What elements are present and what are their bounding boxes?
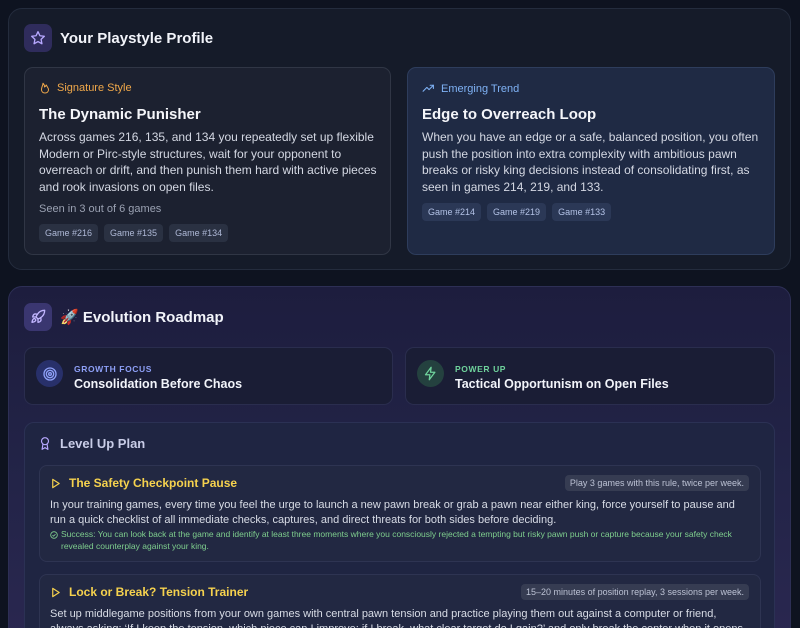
flame-icon [41,82,49,94]
level-up-plan-card: Level Up Plan The Safety Checkpoint Paus… [24,422,775,628]
profile-title: Your Playstyle Profile [60,29,214,47]
rocket-icon [24,303,52,331]
task-success-criteria: Success: You can look back at the game a… [50,529,750,552]
growth-focus-card: GROWTH FOCUS Consolidation Before Chaos [24,347,393,405]
game-chip[interactable]: Game #219 [487,203,547,221]
task-header: The Safety Checkpoint Pause [50,476,237,490]
task-frequency-badge: 15–20 minutes of position replay, 3 sess… [521,584,749,600]
signature-style-card: Signature Style The Dynamic Punisher Acr… [24,67,391,255]
power-up-title: Tactical Opportunism on Open Files [455,377,669,391]
trend-title: Edge to Overreach Loop [422,106,597,123]
game-chip[interactable]: Game #135 [104,224,164,242]
power-up-card: POWER UP Tactical Opportunism on Open Fi… [405,347,775,405]
trend-game-chips: Game #214 Game #219 Game #133 [422,203,612,221]
star-icon [24,24,52,52]
game-chip[interactable]: Game #216 [39,224,99,242]
emerging-trend-card: Emerging Trend Edge to Overreach Loop Wh… [407,67,775,255]
signature-title: The Dynamic Punisher [39,106,201,123]
trending-up-icon [422,84,434,92]
game-chip[interactable]: Game #214 [422,203,482,221]
trend-tag-label: Emerging Trend [441,82,520,95]
task-card[interactable]: The Safety Checkpoint Pause Play 3 games… [39,465,761,562]
check-circle-icon [50,531,58,539]
trend-description: When you have an edge or a safe, balance… [422,130,759,194]
task-title: Lock or Break? Tension Trainer [69,585,249,599]
profile-header: Your Playstyle Profile [24,24,213,52]
signature-tag: Signature Style [39,82,132,94]
task-description: In your training games, every time you f… [50,499,735,526]
task-card[interactable]: Lock or Break? Tension Trainer 15–20 min… [39,574,761,628]
task-title: The Safety Checkpoint Pause [69,476,238,490]
award-icon [40,437,50,450]
game-chip[interactable]: Game #134 [169,224,229,242]
seen-count: Seen in 3 out of 6 games [39,203,162,215]
evolution-roadmap-panel: 🚀 Evolution Roadmap GROWTH FOCUS Consoli… [8,286,791,628]
lightning-icon [417,360,444,387]
level-up-title: Level Up Plan [60,436,146,451]
growth-focus-label: GROWTH FOCUS [74,364,153,374]
roadmap-title: 🚀 Evolution Roadmap [60,309,224,326]
target-icon [36,360,63,387]
signature-game-chips: Game #216 Game #135 Game #134 [39,224,229,242]
task-description: Set up middlegame positions from your ow… [50,608,743,628]
playstyle-profile-panel: Your Playstyle Profile Signature Style T… [8,8,791,270]
growth-focus-title: Consolidation Before Chaos [74,377,243,391]
play-triangle-icon [52,478,60,488]
signature-tag-label: Signature Style [57,82,132,94]
game-chip[interactable]: Game #133 [552,203,612,221]
signature-description: Across games 216, 135, and 134 you repea… [39,130,377,194]
task-frequency-badge: Play 3 games with this rule, twice per w… [564,475,749,491]
trend-tag: Emerging Trend [422,82,519,95]
level-up-header: Level Up Plan [38,436,145,451]
roadmap-header: 🚀 Evolution Roadmap [24,303,224,331]
play-triangle-icon [52,587,60,597]
task-header: Lock or Break? Tension Trainer [50,585,248,599]
power-up-label: POWER UP [455,364,507,374]
task-success-text: Success: You can look back at the game a… [61,529,732,551]
